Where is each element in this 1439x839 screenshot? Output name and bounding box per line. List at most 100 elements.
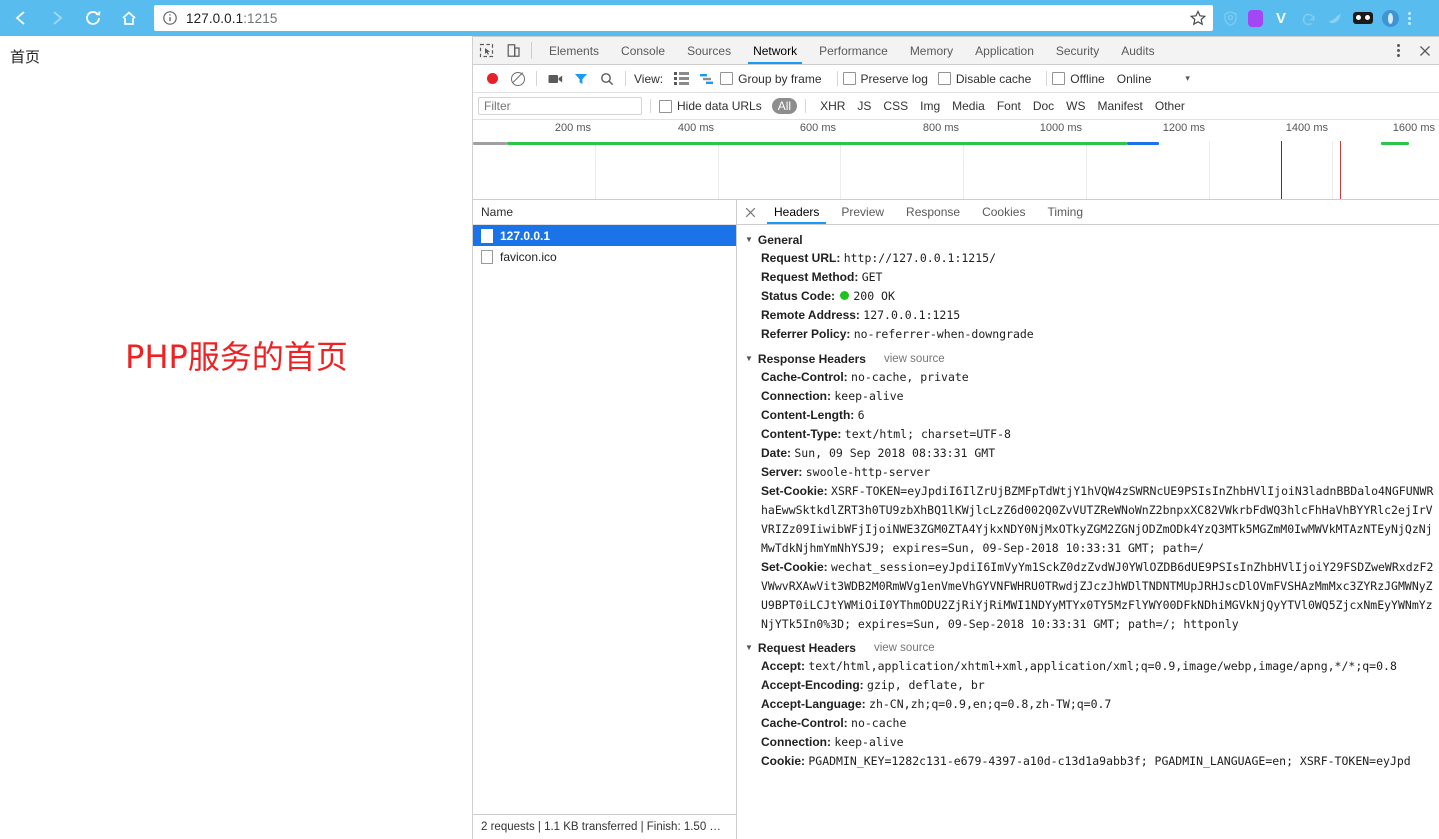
camera-icon[interactable] xyxy=(542,66,568,92)
filter-divider-2 xyxy=(805,99,807,113)
detail-tab-timing[interactable]: Timing xyxy=(1036,200,1094,224)
info-circle-icon[interactable] xyxy=(162,10,178,26)
offline-box xyxy=(1052,72,1066,85)
filter-type-ws[interactable]: WS xyxy=(1060,98,1091,114)
detail-tab-response[interactable]: Response xyxy=(895,200,971,224)
filter-type-media[interactable]: Media xyxy=(946,98,991,114)
header-value: swoole-http-server xyxy=(805,465,931,479)
view-source-link-request[interactable]: view source xyxy=(874,642,935,654)
header-value: text/html,application/xhtml+xml,applicat… xyxy=(808,659,1397,673)
detail-tab-cookies[interactable]: Cookies xyxy=(971,200,1036,224)
device-toolbar-icon[interactable] xyxy=(500,37,527,64)
network-toolbar: View: Group by frame Preserve log Disabl… xyxy=(473,65,1439,93)
filter-type-other[interactable]: Other xyxy=(1149,98,1191,114)
record-stop-icon[interactable] xyxy=(479,66,505,92)
section-general-title: General xyxy=(757,232,803,247)
network-split: Name 127.0.0.1 favicon.ico 2 requests | … xyxy=(473,200,1439,839)
clear-icon[interactable] xyxy=(505,66,531,92)
browser-menu-icon[interactable] xyxy=(1401,9,1417,27)
header-value: keep-alive xyxy=(834,389,904,403)
table-row[interactable]: 127.0.0.1 xyxy=(473,225,736,246)
header-value: XSRF-TOKEN=eyJpdiI6IlZrUjBZMFpTdWtjY1hVQ… xyxy=(761,484,1434,555)
header-value: Sun, 09 Sep 2018 08:33:31 GMT xyxy=(794,446,996,460)
chevron-down-icon[interactable]: ▾ xyxy=(1185,73,1190,84)
filter-type-doc[interactable]: Doc xyxy=(1027,98,1060,114)
bookmark-star-icon[interactable] xyxy=(1189,9,1207,27)
view-source-link-response[interactable]: view source xyxy=(884,353,945,365)
overview-gridline xyxy=(840,141,841,199)
list-view-icon[interactable] xyxy=(668,66,694,92)
column-header-name: Name xyxy=(481,205,514,219)
overview-tick-200: 200 ms xyxy=(554,122,591,134)
filter-type-font[interactable]: Font xyxy=(991,98,1027,114)
detail-close-icon[interactable] xyxy=(737,200,763,224)
filter-type-xhr[interactable]: XHR xyxy=(814,98,851,114)
header-row-connection: Connection: keep-alive xyxy=(737,387,1439,406)
waterfall-view-icon[interactable] xyxy=(694,66,720,92)
tab-audits[interactable]: Audits xyxy=(1110,37,1165,64)
reload-button[interactable] xyxy=(78,3,108,33)
overview-tick-1400: 1400 ms xyxy=(1285,122,1328,134)
address-bar[interactable]: 127.0.0.1:1215 xyxy=(154,5,1213,31)
request-list-header[interactable]: Name xyxy=(473,200,736,225)
toolbar-divider xyxy=(531,42,532,59)
inspect-element-icon[interactable] xyxy=(473,37,500,64)
toolbar-divider-1 xyxy=(536,71,537,86)
arrow-extension-icon[interactable] xyxy=(1299,9,1317,27)
disable-cache-box xyxy=(937,72,951,85)
filter-type-img[interactable]: Img xyxy=(914,98,946,114)
detail-tab-headers[interactable]: Headers xyxy=(763,200,830,224)
disable-cache-checkbox[interactable]: Disable cache xyxy=(937,72,1031,86)
section-request-headers-title: Request Headers xyxy=(757,640,856,655)
filter-type-js[interactable]: JS xyxy=(851,98,877,114)
tab-elements[interactable]: Elements xyxy=(538,37,610,64)
filter-type-css[interactable]: CSS xyxy=(877,98,914,114)
header-row-accept: Accept: text/html,application/xhtml+xml,… xyxy=(737,657,1439,676)
preserve-log-checkbox[interactable]: Preserve log xyxy=(842,72,928,86)
tab-sources[interactable]: Sources xyxy=(676,37,742,64)
devtools-more-icon[interactable] xyxy=(1385,37,1411,64)
tab-memory[interactable]: Memory xyxy=(899,37,964,64)
caret-down-icon: ▼ xyxy=(745,234,753,244)
page-viewport: 首页 PHP服务的首页 xyxy=(0,36,473,839)
search-icon[interactable] xyxy=(594,66,620,92)
devtools-close-icon[interactable] xyxy=(1411,37,1439,64)
offline-checkbox[interactable]: Offline xyxy=(1052,72,1105,86)
purple-extension-icon[interactable] xyxy=(1248,9,1263,27)
funnel-icon[interactable] xyxy=(568,66,594,92)
table-row[interactable]: favicon.ico xyxy=(473,246,736,267)
tab-network[interactable]: Network xyxy=(742,37,808,64)
tab-console[interactable]: Console xyxy=(610,37,676,64)
mask-extension-icon[interactable] xyxy=(1353,12,1373,24)
shield-icon[interactable] xyxy=(1221,9,1239,27)
header-key: Cache-Control: xyxy=(761,370,848,384)
overview-tick-600: 600 ms xyxy=(799,122,836,134)
hide-data-urls-checkbox[interactable]: Hide data URLs xyxy=(659,99,762,113)
tab-performance[interactable]: Performance xyxy=(808,37,899,64)
v-extension-icon[interactable]: V xyxy=(1272,9,1290,27)
section-response-headers-header[interactable]: ▼ Response Headers view source xyxy=(737,349,1439,368)
section-general-header[interactable]: ▼ General xyxy=(737,230,1439,249)
detail-tab-preview[interactable]: Preview xyxy=(830,200,895,224)
forward-button[interactable] xyxy=(42,3,72,33)
opera-extension-icon[interactable] xyxy=(1382,9,1399,27)
overview-tick-1600: 1600 ms xyxy=(1392,122,1435,134)
header-key: Cookie: xyxy=(761,754,806,768)
tab-application[interactable]: Application xyxy=(964,37,1045,64)
tab-security[interactable]: Security xyxy=(1045,37,1110,64)
overview-ruler: 200 ms 400 ms 600 ms 800 ms 1000 ms 1200… xyxy=(473,120,1439,141)
section-request-headers-header[interactable]: ▼ Request Headers view source xyxy=(737,638,1439,657)
toolbar-divider-3 xyxy=(836,71,838,86)
toolbar-divider-4 xyxy=(1046,71,1048,86)
bird-extension-icon[interactable] xyxy=(1326,9,1344,27)
group-by-frame-checkbox[interactable]: Group by frame xyxy=(720,72,822,86)
home-button[interactable] xyxy=(114,3,144,33)
throttling-select[interactable]: Online xyxy=(1117,72,1152,86)
back-button[interactable] xyxy=(6,3,36,33)
filter-type-manifest[interactable]: Manifest xyxy=(1092,98,1149,114)
filter-input[interactable] xyxy=(478,97,642,115)
network-overview[interactable]: 200 ms 400 ms 600 ms 800 ms 1000 ms 1200… xyxy=(473,120,1439,200)
request-name: 127.0.0.1 xyxy=(500,228,551,243)
header-row-status-code: Status Code: 200 OK xyxy=(737,287,1439,306)
filter-type-all[interactable]: All xyxy=(771,98,798,114)
